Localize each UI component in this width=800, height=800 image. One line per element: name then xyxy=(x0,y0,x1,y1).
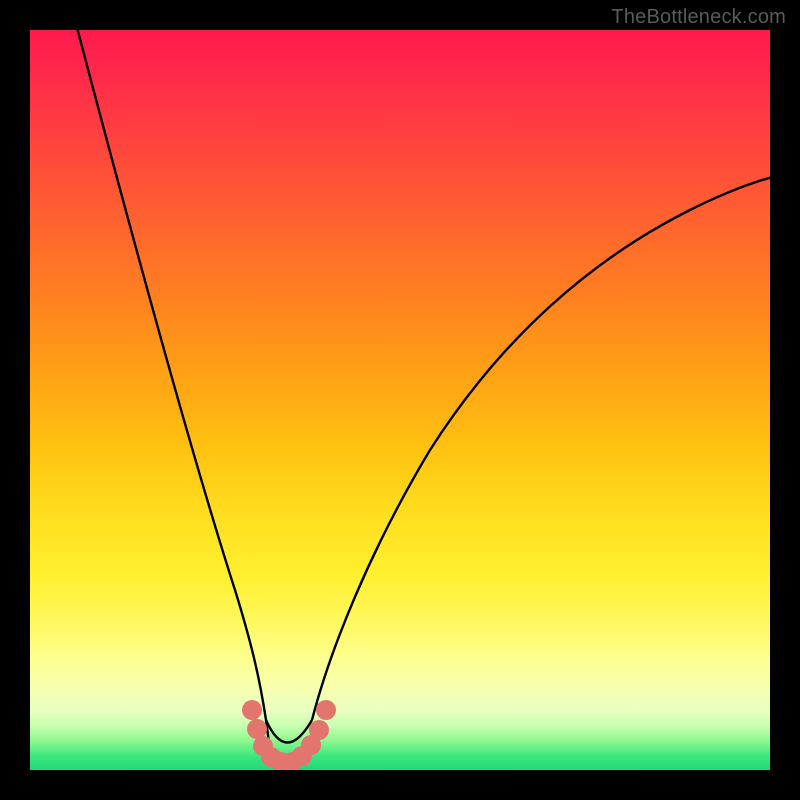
curve-left-branch xyxy=(75,30,270,750)
trough-marker xyxy=(242,700,262,720)
trough-marker xyxy=(316,700,336,720)
trough-marker-group xyxy=(242,700,336,770)
plot-area xyxy=(30,30,770,770)
curve-layer xyxy=(30,30,770,770)
trough-marker xyxy=(309,720,329,740)
watermark-text: TheBottleneck.com xyxy=(611,6,786,29)
chart-frame: TheBottleneck.com xyxy=(0,0,800,800)
curve-right-branch xyxy=(312,175,770,720)
trough-marker xyxy=(247,719,267,739)
